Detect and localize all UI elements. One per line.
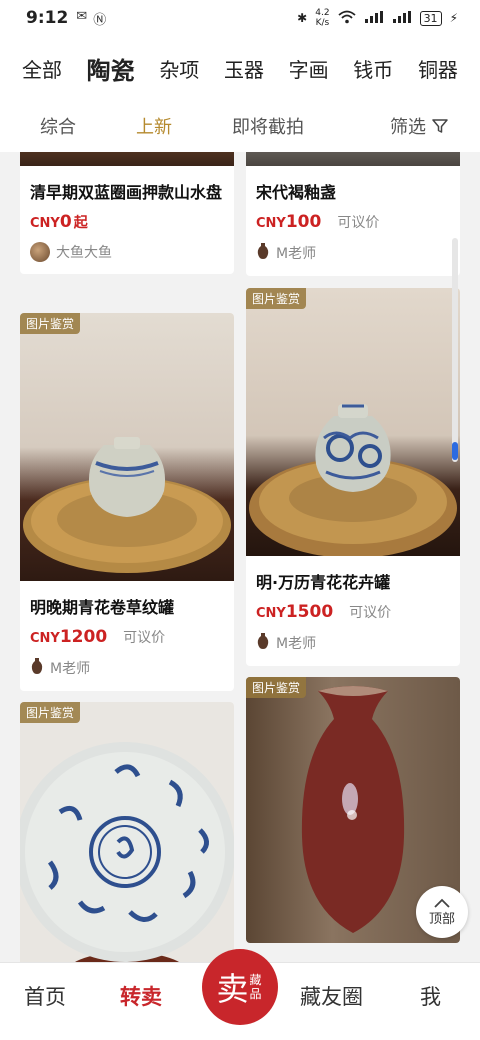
product-card[interactable]: 图片鉴赏 明晚期青花卷草纹罐 CNY 1200 可议价 M老师 [20,313,234,691]
price-value: 1500 [285,602,334,622]
avatar [30,242,50,262]
tab-jade[interactable]: 玉器 [224,54,264,83]
nav-me[interactable]: 我 [420,981,441,1011]
image-appraisal-tag: 图片鉴赏 [246,288,307,309]
product-card[interactable]: 宋代褐釉盏 CNY 100 可议价 M老师 [246,152,460,276]
seller-row[interactable]: M老师 [246,232,460,276]
image-appraisal-tag: 图片鉴赏 [20,313,81,334]
product-image: 图片鉴赏 [246,288,460,556]
tab-calligraphy[interactable]: 字画 [289,54,329,83]
bottom-nav: 首页 转卖 卖 藏品 藏友圈 我 [0,949,480,1040]
sort-bar: 综合 上新 即将截拍 筛选 [0,100,480,152]
bluetooth-icon: ✱ [297,11,308,25]
price-value: 0 [59,212,72,232]
scrollbar[interactable] [452,238,458,462]
nav-resell[interactable]: 转卖 [120,981,162,1011]
tab-all[interactable]: 全部 [22,54,62,83]
nav-collector-circle[interactable]: 藏友圈 [300,981,363,1011]
product-image: 图片鉴赏 [20,702,234,962]
battery-icon: 31 [419,10,442,26]
product-title: 宋代褐釉盏 [256,183,337,202]
sell-button[interactable]: 卖 藏品 [202,949,278,1025]
price-value: 1200 [59,627,108,647]
price-row: CNY 100 可议价 [246,206,460,232]
funnel-icon [432,119,448,133]
net-speed: 4.2 K/s [315,8,330,28]
negotiable-label: 可议价 [337,215,380,231]
product-title: 明·万历青花花卉罐 [256,573,391,592]
status-bar: 9:12 ✉ Ⓝ ✱ 4.2 K/s 31 ⚡ [0,0,480,36]
plate-photo [20,742,234,962]
nfc-icon: Ⓝ [93,12,107,28]
sort-newest[interactable]: 上新 [136,113,172,139]
nav-home[interactable]: 首页 [24,981,66,1011]
tab-coins[interactable]: 钱币 [353,54,393,83]
price-currency: CNY [256,216,286,231]
jar-photo [249,404,457,556]
back-to-top-label: 顶部 [428,911,455,927]
negotiable-label: 可议价 [123,630,166,646]
product-image: 图片鉴赏 [20,313,234,581]
product-title: 清早期双蓝圈画押款山水盘 [30,183,223,202]
category-tabs: 全部 陶瓷 杂项 玉器 字画 钱币 铜器 [0,36,480,100]
sell-sub-label: 藏品 [249,973,262,1001]
price-row: CNY 1500 可议价 [246,596,460,622]
negotiable-label: 可议价 [349,605,392,621]
wifi-icon [337,10,356,27]
seller-name: 大鱼大鱼 [56,245,112,261]
product-image [246,152,460,166]
seller-name: M老师 [50,661,91,677]
product-feed: 清早期双蓝圈画押款山水盘 CNY 0 起 大鱼大鱼 宋代褐釉盏 CNY 100 … [0,152,480,962]
notification-icon: ✉ [76,8,88,24]
vase-avatar-icon [30,657,44,679]
sort-comprehensive[interactable]: 综合 [40,113,76,139]
sell-main-label: 卖 [216,970,249,1008]
price-row: CNY 0 起 [20,206,234,232]
tab-ceramics[interactable]: 陶瓷 [87,51,135,86]
seller-name: M老师 [276,636,317,652]
price-currency: CNY [30,631,60,646]
seller-row[interactable]: M老师 [20,647,234,691]
product-card[interactable]: 图片鉴赏 [20,702,234,962]
jar-photo [23,437,231,573]
price-currency: CNY [30,216,60,231]
seller-row[interactable]: M老师 [246,622,460,666]
filter-button[interactable]: 筛选 [390,113,448,139]
signal-icon [364,10,384,26]
status-time: 9:12 [26,8,69,28]
seller-name: M老师 [276,246,317,262]
vase-avatar-icon [256,242,270,264]
product-card[interactable]: 清早期双蓝圈画押款山水盘 CNY 0 起 大鱼大鱼 [20,152,234,274]
signal-icon-2 [392,10,412,26]
product-card[interactable]: 图片鉴赏 明·万历青花花卉罐 CNY 1500 可议价 M老师 [246,288,460,666]
back-to-top-button[interactable]: 顶部 [416,886,468,938]
image-appraisal-tag: 图片鉴赏 [246,677,307,698]
price-suffix: 起 [73,215,88,231]
seller-row[interactable]: 大鱼大鱼 [20,232,234,274]
filter-label: 筛选 [390,117,426,138]
image-appraisal-tag: 图片鉴赏 [20,702,81,723]
product-title: 明晚期青花卷草纹罐 [30,598,175,617]
chevron-up-icon [434,898,450,908]
price-value: 100 [285,212,322,232]
scrollbar-thumb[interactable] [452,442,458,460]
charging-icon: ⚡ [449,11,458,25]
product-image [20,152,234,166]
tab-bronze[interactable]: 铜器 [418,54,458,83]
price-currency: CNY [256,606,286,621]
tab-misc[interactable]: 杂项 [159,54,199,83]
vase-avatar-icon [256,632,270,654]
price-row: CNY 1200 可议价 [20,621,234,647]
sort-ending-soon[interactable]: 即将截拍 [232,113,304,139]
